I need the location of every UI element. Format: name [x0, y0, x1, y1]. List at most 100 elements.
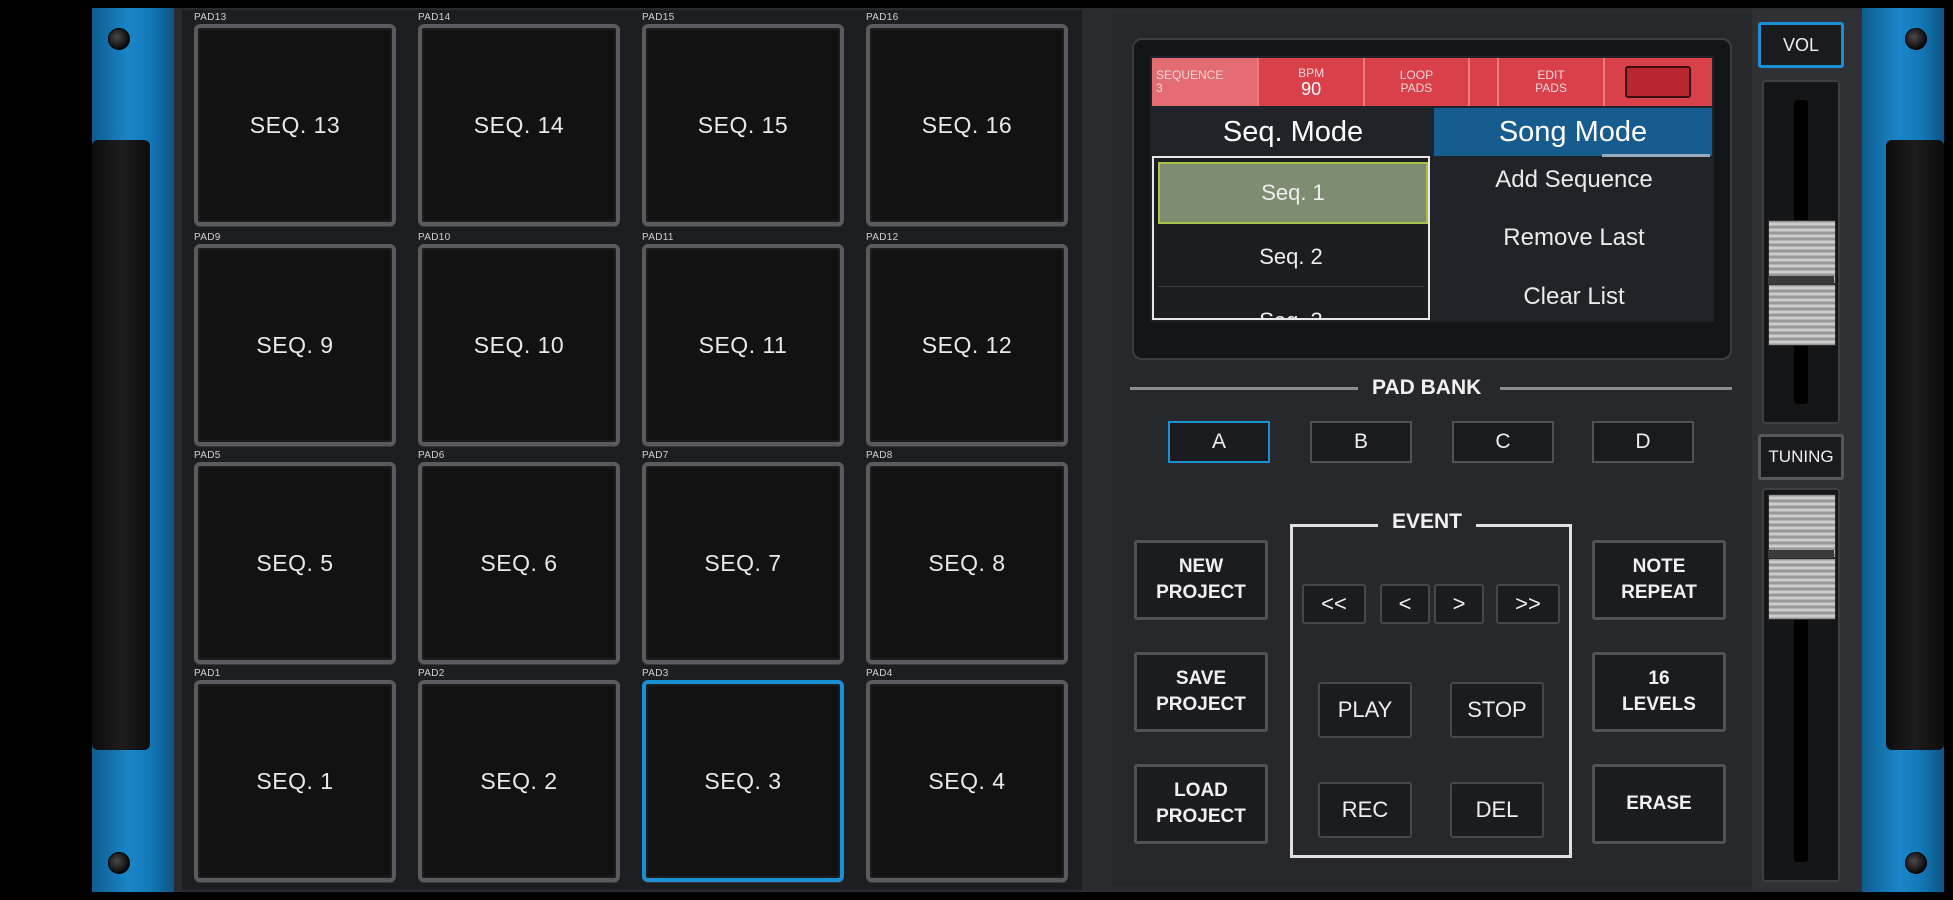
pad-button[interactable]: SEQ. 5 [194, 462, 396, 664]
edit-pads-label: PADS [1535, 81, 1567, 95]
pad-number-label: PAD3 [642, 668, 669, 679]
sequence-list-item-1[interactable]: Seq. 1 [1158, 162, 1428, 224]
note-repeat-line1: NOTE [1632, 556, 1686, 577]
pad-button[interactable]: SEQ. 11 [642, 244, 844, 446]
tuning-slider-knob[interactable] [1768, 494, 1836, 620]
load-project-button[interactable]: LOAD PROJECT [1134, 764, 1268, 844]
save-project-button[interactable]: SAVE PROJECT [1134, 652, 1268, 732]
right-rail-handle [1886, 140, 1944, 750]
knob-bottom [1768, 284, 1836, 346]
bank-b-button[interactable]: B [1310, 421, 1412, 463]
pad-button[interactable]: SEQ. 6 [418, 462, 620, 664]
screw-icon [1905, 852, 1927, 874]
spacer-cell [1470, 58, 1500, 106]
loop-pads-cell[interactable]: LOOP PADS [1365, 58, 1471, 106]
sequence-list[interactable]: Seq. 1 Seq. 2 Seq. 3 [1152, 156, 1430, 320]
vol-label[interactable]: VOL [1758, 22, 1844, 68]
pad-number-label: PAD1 [194, 668, 221, 679]
pad-button[interactable]: SEQ. 1 [194, 680, 396, 882]
record-indicator-icon [1625, 66, 1692, 98]
knob-top [1768, 220, 1836, 284]
pad-number-label: PAD4 [866, 668, 893, 679]
stop-button[interactable]: STOP [1450, 682, 1544, 738]
pad-number-label: PAD5 [194, 450, 221, 461]
clear-list-button[interactable]: Clear List [1436, 283, 1712, 311]
lcd-status-bar: SEQUENCE 3 BPM 90 LOOP PADS EDIT PADS [1152, 58, 1712, 106]
sequence-label: SEQUENCE [1156, 68, 1224, 82]
save-project-line1: SAVE [1175, 668, 1227, 689]
remove-last-button[interactable]: Remove Last [1436, 224, 1712, 252]
pad-number-label: PAD13 [194, 12, 227, 23]
note-repeat-line2: REPEAT [1621, 582, 1697, 603]
sixteen-levels-button[interactable]: 16 LEVELS [1592, 652, 1726, 732]
bank-c-button[interactable]: C [1452, 421, 1554, 463]
knob-top [1768, 494, 1836, 558]
load-project-line1: LOAD [1174, 780, 1228, 801]
pad-button[interactable]: SEQ. 14 [418, 24, 620, 226]
pad-button[interactable]: SEQ. 16 [866, 24, 1068, 226]
record-indicator-cell [1605, 58, 1712, 106]
knob-bottom [1768, 558, 1836, 620]
edit-pads-cell[interactable]: EDIT PADS [1499, 58, 1605, 106]
note-repeat-button[interactable]: NOTE REPEAT [1592, 540, 1726, 620]
bpm-value: 90 [1301, 78, 1322, 99]
pad-button[interactable]: SEQ. 9 [194, 244, 396, 446]
pad-button[interactable]: SEQ. 4 [866, 680, 1068, 882]
pad-button[interactable]: SEQ. 12 [866, 244, 1068, 446]
screw-icon [1905, 28, 1927, 50]
screw-icon [108, 28, 130, 50]
loop-pads-label: PADS [1400, 81, 1433, 95]
forward-fast-button[interactable]: >> [1496, 584, 1560, 624]
rec-button[interactable]: REC [1318, 782, 1412, 838]
event-title: EVENT [1378, 510, 1477, 534]
pad-bank-title: PAD BANK [1358, 376, 1496, 400]
pad-number-label: PAD12 [866, 232, 899, 243]
erase-button[interactable]: ERASE [1592, 764, 1726, 844]
pad-number-label: PAD8 [866, 450, 893, 461]
pad-number-label: PAD10 [418, 232, 451, 243]
pad-button[interactable]: SEQ. 15 [642, 24, 844, 226]
pad-button[interactable]: SEQ. 2 [418, 680, 620, 882]
pad-number-label: PAD14 [418, 12, 451, 23]
play-button[interactable]: PLAY [1318, 682, 1412, 738]
knob-middle [1768, 276, 1834, 284]
pad-number-label: PAD9 [194, 232, 221, 243]
add-sequence-button[interactable]: Add Sequence [1436, 166, 1712, 194]
rewind-fast-button[interactable]: << [1302, 584, 1366, 624]
tuning-label[interactable]: TUNING [1758, 434, 1844, 480]
sequence-value: 3 [1156, 81, 1163, 95]
sequence-list-item-2[interactable]: Seq. 2 [1158, 228, 1424, 287]
sequence-list-item-3[interactable]: Seq. 3 [1158, 292, 1424, 318]
step-back-button[interactable]: < [1380, 584, 1430, 624]
bank-a-button[interactable]: A [1168, 421, 1270, 463]
tab-song-mode[interactable]: Song Mode [1434, 108, 1712, 156]
bank-d-button[interactable]: D [1592, 421, 1694, 463]
pad-number-label: PAD6 [418, 450, 445, 461]
load-project-line2: PROJECT [1156, 806, 1246, 827]
pad-button[interactable]: SEQ. 10 [418, 244, 620, 446]
pad-bank-divider-right [1500, 387, 1732, 390]
pad-number-label: PAD15 [642, 12, 675, 23]
bpm-cell[interactable]: BPM 90 [1259, 58, 1365, 106]
sixteen-levels-line2: LEVELS [1622, 694, 1696, 715]
pad-number-label: PAD7 [642, 450, 669, 461]
del-button[interactable]: DEL [1450, 782, 1544, 838]
new-project-line1: NEW [1178, 556, 1224, 577]
pad-number-label: PAD2 [418, 668, 445, 679]
pad-number-label: PAD11 [642, 232, 674, 243]
new-project-button[interactable]: NEW PROJECT [1134, 540, 1268, 620]
pad-button[interactable]: SEQ. 13 [194, 24, 396, 226]
sequence-cell[interactable]: SEQUENCE 3 [1152, 58, 1260, 106]
tab-seq-mode[interactable]: Seq. Mode [1152, 108, 1434, 156]
vol-slider-knob[interactable] [1768, 220, 1836, 346]
pad-button[interactable]: SEQ. 3 [642, 680, 844, 882]
step-forward-button[interactable]: > [1434, 584, 1484, 624]
screw-icon [108, 852, 130, 874]
knob-middle [1768, 550, 1834, 558]
pad-button[interactable]: SEQ. 7 [642, 462, 844, 664]
pad-button[interactable]: SEQ. 8 [866, 462, 1068, 664]
left-rail-handle [92, 140, 150, 750]
save-project-line2: PROJECT [1156, 694, 1246, 715]
sixteen-levels-line1: 16 [1648, 668, 1670, 689]
new-project-line2: PROJECT [1156, 582, 1246, 603]
